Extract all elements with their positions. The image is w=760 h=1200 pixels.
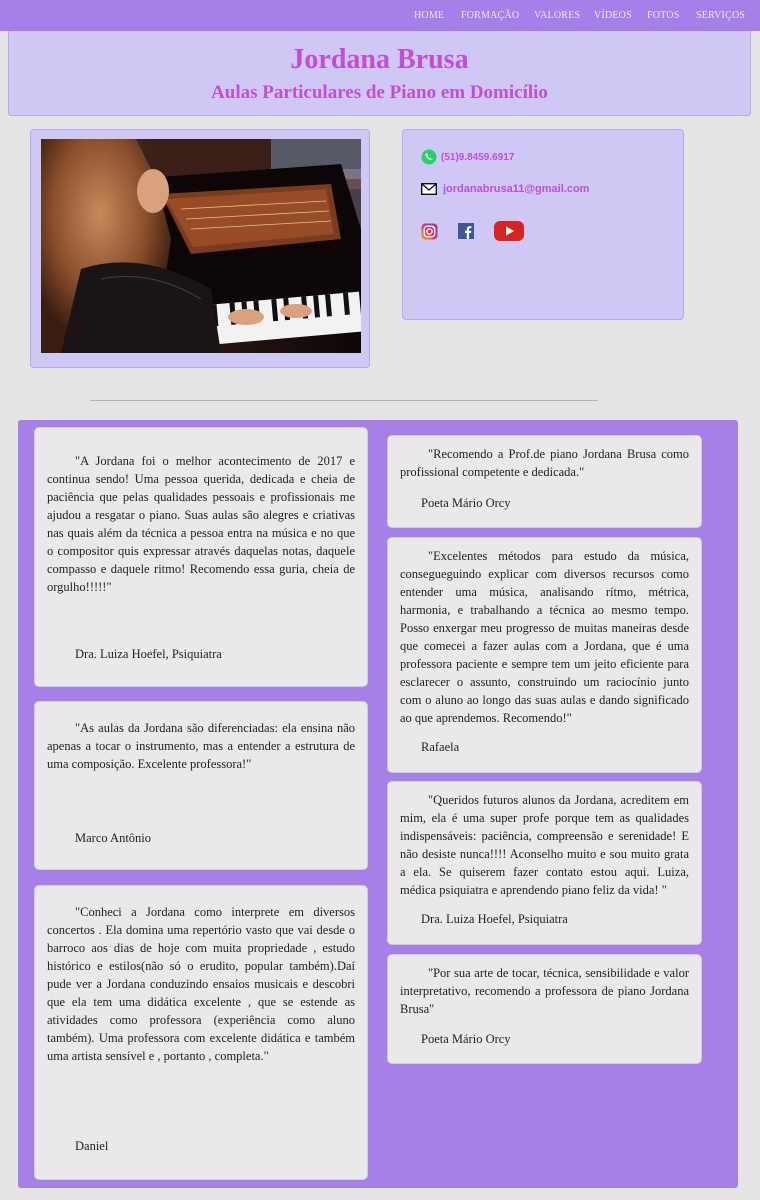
site-subtitle: Aulas Particulares de Piano em Domicílio (211, 82, 548, 103)
testimonial-author: Dra. Luiza Hoefel, Psiquiatra (75, 647, 222, 661)
testimonial-quote: "As aulas da Jordana são diferenciadas: … (47, 721, 355, 771)
testimonial-quote: "Excelentes métodos para estudo da músic… (400, 549, 689, 725)
testimonial-card: "A Jordana foi o melhor acontecimento de… (34, 427, 368, 687)
phone-row[interactable]: (51)9.8459.6917 (421, 149, 514, 165)
site-header: Jordana Brusa Aulas Particulares de Pian… (8, 31, 751, 116)
nav-valores-link[interactable]: VALORES (534, 10, 580, 21)
testimonial-card: "Queridos futuros alunos da Jordana, acr… (387, 781, 702, 945)
contact-panel: (51)9.8459.6917 jordanabrusa11@gmail.com (402, 129, 684, 320)
testimonial-author: Dra. Luiza Hoefel, Psiquiatra (421, 912, 568, 926)
profile-photo-panel (30, 129, 370, 368)
testimonial-quote: "Por sua arte de tocar, técnica, sensibi… (400, 966, 689, 1016)
whatsapp-icon (421, 149, 437, 165)
testimonial-author: Poeta Mário Orcy (421, 496, 511, 510)
email-row[interactable]: jordanabrusa11@gmail.com (420, 182, 590, 196)
testimonial-card: "Recomendo a Prof.de piano Jordana Brusa… (387, 435, 702, 528)
mail-icon (420, 182, 438, 196)
testimonial-author: Rafaela (421, 740, 460, 754)
testimonial-card: "Por sua arte de tocar, técnica, sensibi… (387, 954, 702, 1064)
facebook-icon[interactable] (458, 223, 474, 239)
nav-formacao-link[interactable]: FORMAÇÃO (461, 10, 519, 21)
top-navbar: HOME FORMAÇÃO VALORES VÍDEOS FOTOS SERVI… (0, 0, 760, 31)
testimonial-quote: "Recomendo a Prof.de piano Jordana Brusa… (400, 447, 689, 479)
instagram-icon[interactable] (421, 223, 438, 240)
section-divider (90, 400, 598, 401)
testimonial-quote: "A Jordana foi o melhor acontecimento de… (47, 454, 355, 594)
testimonial-author: Poeta Mário Orcy (421, 1032, 511, 1046)
nav-servicos-link[interactable]: SERVIÇOS (696, 10, 745, 21)
phone-number: (51)9.8459.6917 (441, 151, 515, 163)
nav-fotos-link[interactable]: FOTOS (647, 10, 680, 21)
testimonial-card: "Excelentes métodos para estudo da músic… (387, 537, 702, 773)
email-address: jordanabrusa11@gmail.com (443, 183, 590, 195)
testimonials-section: "A Jordana foi o melhor acontecimento de… (18, 420, 738, 1188)
youtube-icon[interactable] (494, 221, 524, 241)
testimonial-author: Daniel (75, 1139, 109, 1153)
testimonial-quote: "Conheci a Jordana como interprete em di… (47, 905, 355, 1063)
site-title: Jordana Brusa (290, 44, 469, 75)
testimonial-card: "As aulas da Jordana são diferenciadas: … (34, 701, 368, 870)
testimonial-card: "Conheci a Jordana como interprete em di… (34, 885, 368, 1180)
testimonial-quote: "Queridos futuros alunos da Jordana, acr… (400, 793, 689, 897)
nav-videos-link[interactable]: VÍDEOS (594, 10, 632, 21)
nav-home-link[interactable]: HOME (414, 10, 444, 21)
pianist-photo (41, 139, 361, 353)
social-links (421, 221, 524, 241)
testimonial-author: Marco Antônio (75, 831, 152, 845)
